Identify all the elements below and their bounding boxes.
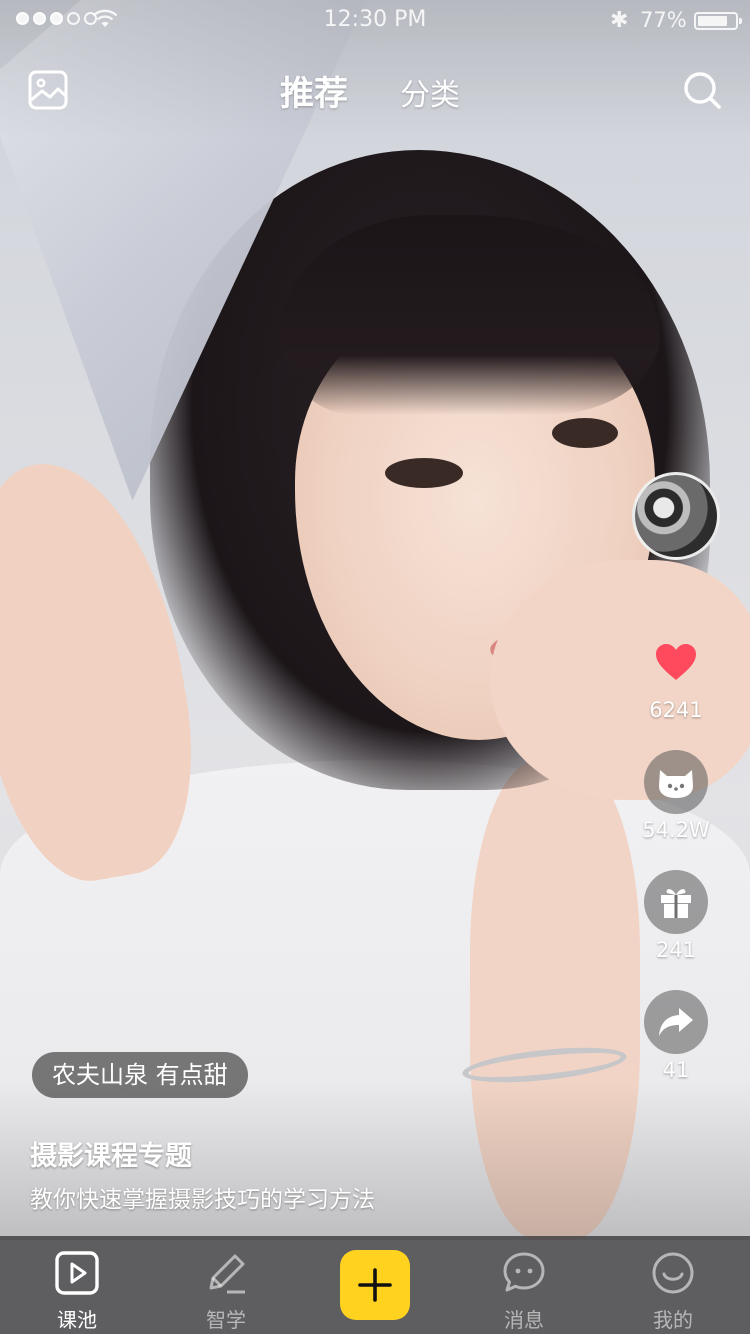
cat-count: 54.2W	[642, 818, 710, 842]
status-time: 12:30 PM	[323, 7, 427, 32]
battery-percent: 77%	[640, 8, 687, 32]
photo-hand-right	[490, 560, 750, 800]
search-icon[interactable]	[682, 70, 722, 110]
plus-icon	[358, 1268, 392, 1302]
like-button[interactable]	[644, 630, 708, 694]
top-bar: 推荐 分类	[0, 60, 750, 120]
heart-icon	[656, 644, 696, 680]
nav-label: 消息	[504, 1308, 544, 1332]
top-tabs: 推荐 分类	[280, 66, 460, 115]
pencil-icon	[209, 1254, 245, 1294]
tab-category[interactable]: 分类	[400, 70, 460, 114]
share-button[interactable]	[644, 990, 708, 1054]
like-action[interactable]: 6241	[644, 630, 708, 722]
nav-label: 我的	[653, 1308, 693, 1332]
play-square-icon	[55, 1251, 99, 1295]
nav-label: 课池	[57, 1308, 97, 1332]
smile-icon	[652, 1252, 694, 1294]
nav-item-profile[interactable]: 我的	[623, 1250, 723, 1333]
share-action[interactable]: 41	[644, 990, 708, 1082]
status-bar: 12:30 PM ✱ 77%	[0, 0, 750, 40]
nav-item-messages[interactable]: 消息	[474, 1250, 574, 1333]
share-arrow-icon	[659, 1008, 693, 1036]
photo-eye-right	[552, 418, 618, 448]
chat-bubble-icon	[503, 1252, 545, 1292]
add-button[interactable]	[340, 1250, 410, 1320]
gift-count: 241	[655, 938, 697, 962]
music-tag[interactable]: 农夫山泉 有点甜	[32, 1052, 248, 1098]
gift-icon	[661, 889, 691, 918]
nav-label: 智学	[206, 1308, 246, 1332]
photo-eye-left	[385, 458, 463, 488]
course-description: 教你快速掌握摄影技巧的学习方法	[30, 1187, 375, 1213]
nav-item-zhixue[interactable]: 智学	[176, 1250, 276, 1333]
course-title: 摄影课程专题	[30, 1141, 192, 1172]
cat-action[interactable]: 54.2W	[642, 750, 710, 842]
battery-icon	[694, 12, 742, 30]
share-count: 41	[662, 1058, 690, 1082]
gift-button[interactable]	[644, 870, 708, 934]
gift-action[interactable]: 241	[644, 870, 708, 962]
bluetooth-icon: ✱	[610, 8, 629, 33]
gallery-icon[interactable]	[28, 70, 68, 110]
nav-item-kechi[interactable]: 课池	[27, 1250, 127, 1333]
tab-recommend[interactable]: 推荐	[280, 66, 348, 115]
creator-avatar[interactable]	[632, 472, 720, 560]
cat-face-icon	[659, 770, 693, 798]
like-count: 6241	[649, 698, 703, 722]
bottom-nav: 课池 智学 消息 我的	[0, 1236, 750, 1334]
cat-button[interactable]	[644, 750, 708, 814]
